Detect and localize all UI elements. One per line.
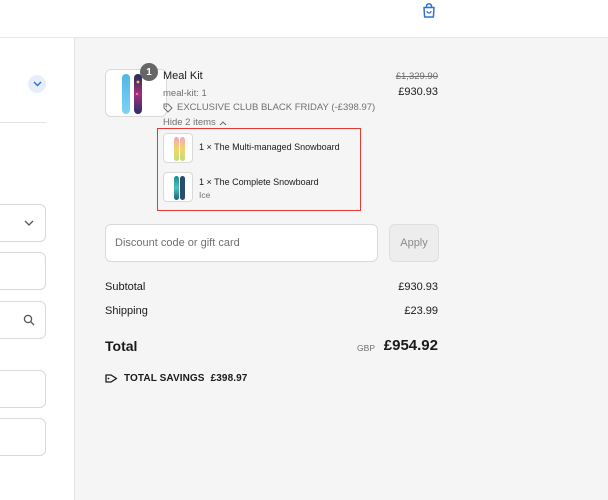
tag-icon [105, 374, 118, 383]
postcode-field[interactable] [0, 418, 46, 456]
expand-summary-button[interactable] [28, 75, 46, 93]
bundle-item-variant: Ice [199, 190, 211, 200]
shipping-label: Shipping [105, 305, 148, 317]
product-discount: EXCLUSIVE CLUB BLACK FRIDAY (-£398.97) [163, 102, 375, 113]
total-value: £954.92 [383, 337, 438, 354]
chevron-up-icon [219, 120, 227, 125]
city-field[interactable] [0, 370, 46, 408]
bundle-item-thumbnail [163, 172, 193, 202]
hide-items-toggle[interactable]: Hide 2 items [163, 117, 227, 128]
subtotal-value: £930.93 [398, 281, 438, 293]
total-savings: TOTAL SAVINGS £398.97 [105, 373, 247, 384]
address-field[interactable] [0, 301, 46, 339]
chevron-down-icon [33, 81, 41, 87]
total-label: Total [105, 338, 138, 354]
bundle-item-name: 1 × The Complete Snowboard [199, 177, 319, 187]
shopping-bag-icon[interactable] [421, 2, 437, 19]
divider [0, 122, 46, 123]
savings-value: £398.97 [210, 373, 248, 384]
country-select[interactable] [0, 204, 46, 242]
bundle-item-name: 1 × The Multi-managed Snowboard [199, 142, 340, 152]
snowboard-image [174, 137, 185, 161]
subtotal-label: Subtotal [105, 281, 146, 293]
product-thumbnail [105, 69, 167, 117]
discount-code-input[interactable]: Discount code or gift card [105, 224, 378, 262]
product-variant: meal-kit: 1 [163, 88, 207, 99]
header-bar [0, 0, 608, 38]
discount-text: EXCLUSIVE CLUB BLACK FRIDAY (-£398.97) [177, 102, 376, 113]
search-icon [23, 314, 35, 326]
bundle-item-thumbnail [163, 133, 193, 163]
apply-button[interactable]: Apply [389, 224, 439, 262]
discounted-price: £930.93 [398, 86, 438, 98]
quantity-badge: 1 [140, 63, 158, 81]
chevron-down-icon [24, 220, 34, 226]
snowboard-image [174, 176, 185, 200]
bundle-item: 1 × The Multi-managed Snowboard [163, 133, 353, 165]
shipping-value: £23.99 [404, 305, 438, 317]
hide-items-label: Hide 2 items [163, 117, 216, 128]
currency-code: GBP [357, 343, 375, 353]
snowboard-image [122, 74, 142, 114]
product-name: Meal Kit [163, 70, 203, 82]
savings-label: TOTAL SAVINGS [124, 373, 205, 384]
checkout-form-panel [0, 38, 74, 500]
tag-icon [163, 103, 173, 113]
original-price: £1,329.90 [395, 71, 438, 82]
name-field[interactable] [0, 252, 46, 290]
order-summary-panel: 1 Meal Kit meal-kit: 1 EXCLUSIVE CLUB BL… [74, 38, 608, 500]
bundle-item: 1 × The Complete Snowboard Ice [163, 172, 353, 204]
bundle-items-highlight: 1 × The Multi-managed Snowboard 1 × The … [157, 128, 361, 211]
